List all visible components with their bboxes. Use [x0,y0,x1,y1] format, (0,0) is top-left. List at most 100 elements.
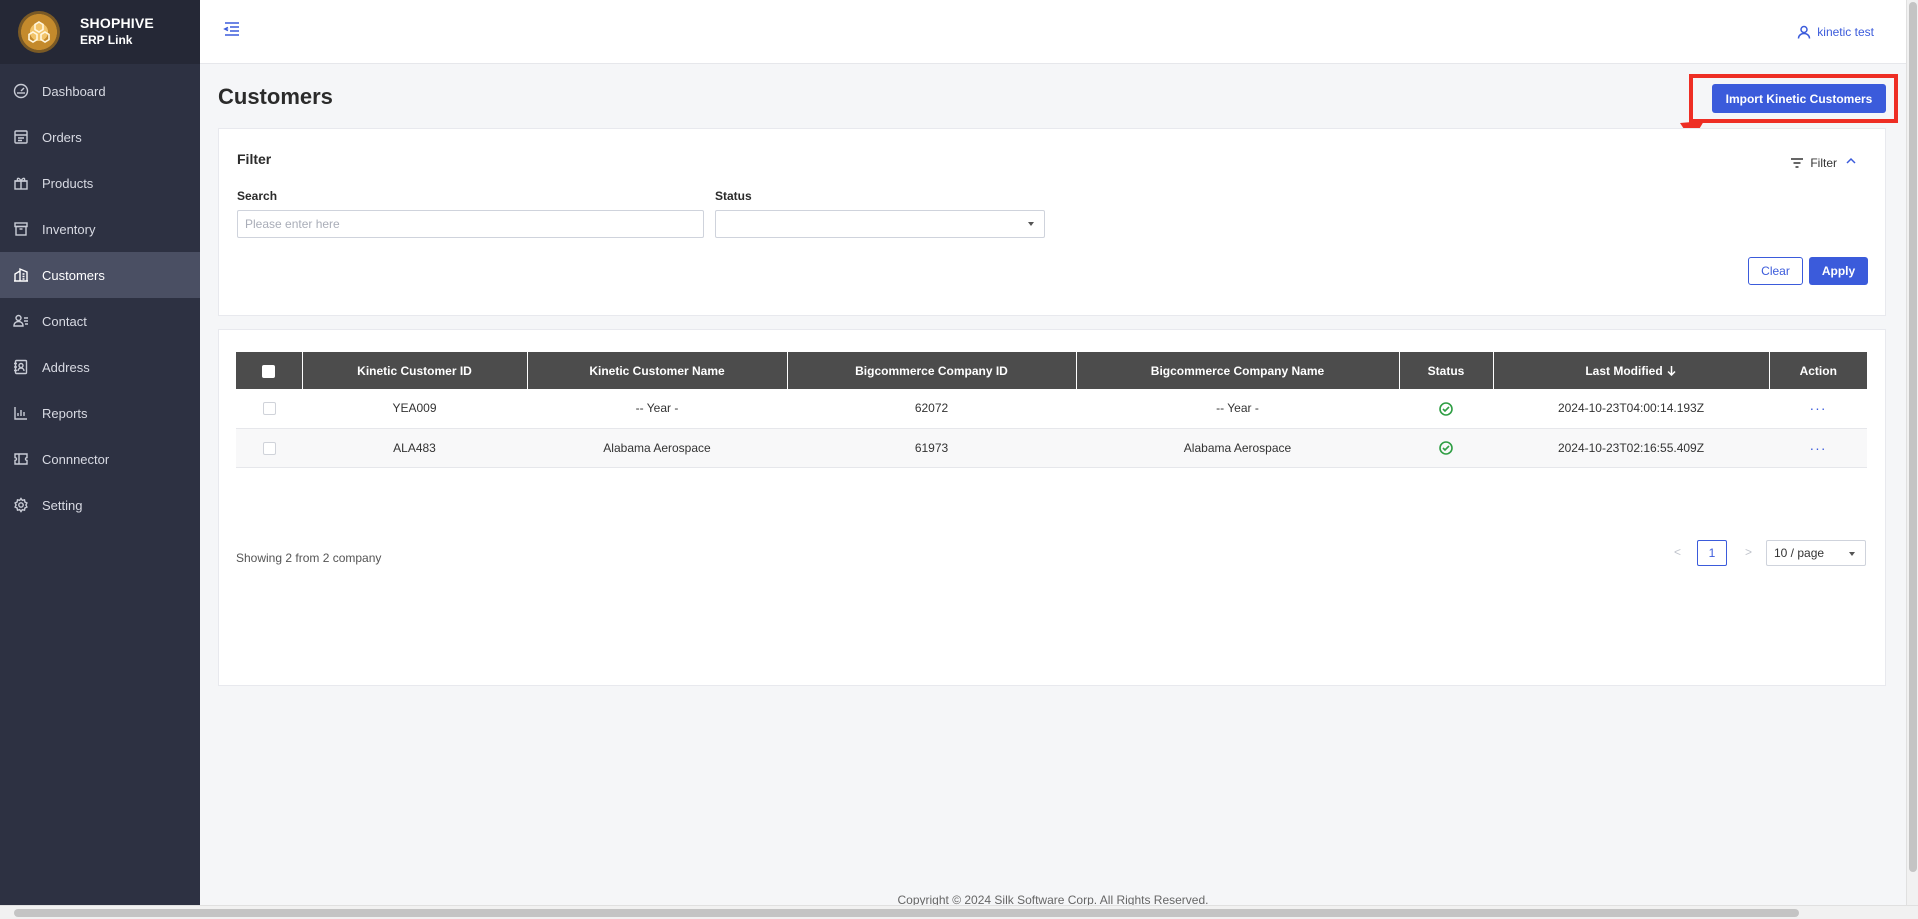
sidebar-item-label: Reports [42,405,88,421]
sidebar-item-label: Setting [42,497,83,513]
select-all-checkbox[interactable] [262,364,276,378]
sidebar: SHOPHIVE ERP Link Dashboard Orders Produ… [0,0,200,919]
top-header: kinetic test [200,0,1906,64]
sort-descending-icon[interactable] [1663,364,1677,378]
app-root: SHOPHIVE ERP Link Dashboard Orders Produ… [0,0,1918,919]
sidebar-item-inventory[interactable]: Inventory [0,206,200,252]
caret-down-icon [1028,222,1034,226]
gear-icon [12,496,30,514]
sidebar-item-reports[interactable]: Reports [0,390,200,436]
main-content: Customers Import Kinetic Customers Filte… [200,64,1906,904]
last-modified-cell: 2024-10-23T02:16:55.409Z [1493,428,1769,468]
column-header: Kinetic Customer ID [302,352,528,389]
scrollbar-thumb[interactable] [14,909,1799,917]
filter-toggle[interactable]: Filter [1790,155,1857,170]
column-header-last-modified[interactable]: Last Modified [1493,352,1770,389]
select-all-checkbox-cell[interactable] [236,352,303,389]
column-header: Action [1769,352,1867,389]
sidebar-item-label: Contact [42,313,87,329]
caret-down-icon [1849,552,1855,556]
search-label: Search [237,189,278,203]
status-select[interactable] [715,210,1045,238]
inventory-icon [12,220,30,238]
vertical-scrollbar[interactable] [1906,0,1918,905]
filter-title: Filter [237,151,272,167]
sidebar-item-label: Address [42,359,90,375]
menu-collapse-icon[interactable] [222,19,242,44]
sidebar-item-connector[interactable]: Connnector [0,436,200,482]
filter-panel: Filter Filter Search Status Clear Apply [218,128,1886,316]
address-icon [12,358,30,376]
status-cell [1399,389,1493,429]
column-header: Bigcommerce Company Name [1076,352,1400,389]
scrollbar-thumb[interactable] [1909,2,1917,872]
connector-icon [12,450,30,468]
kinetic-customer-name-cell: -- Year - [527,389,787,429]
check-circle-icon [1439,440,1453,455]
kinetic-customer-id-cell: ALA483 [302,428,527,468]
page-size-value: 10 / page [1774,546,1825,560]
orders-icon [12,128,30,146]
row-checkbox[interactable] [262,402,276,416]
bigcommerce-company-name-cell: Alabama Aerospace [1076,428,1399,468]
sidebar-item-label: Orders [42,129,82,145]
filter-icon [1791,157,1804,168]
page-size-select[interactable]: 10 / page [1766,540,1866,566]
sidebar-item-address[interactable]: Address [0,344,200,390]
search-input[interactable] [237,210,704,238]
sidebar-item-customers[interactable]: Customers [0,252,200,298]
page-title: Customers [218,84,333,109]
clear-button[interactable]: Clear [1748,257,1803,285]
table-row[interactable]: ALA483 Alabama Aerospace 61973 Alabama A… [236,428,1867,468]
last-modified-cell: 2024-10-23T04:00:14.193Z [1493,389,1769,429]
bigcommerce-company-name-cell: -- Year - [1076,389,1399,429]
horizontal-scrollbar[interactable] [0,905,1918,919]
sidebar-item-products[interactable]: Products [0,160,200,206]
customers-icon [12,266,30,284]
sidebar-nav: Dashboard Orders Products Inventory Cust… [0,68,200,528]
kinetic-customer-name-cell: Alabama Aerospace [527,428,787,468]
sidebar-item-label: Connnector [42,451,110,467]
page-1-button[interactable]: 1 [1697,540,1727,566]
reports-icon [12,404,30,422]
sidebar-item-contact[interactable]: Contact [0,298,200,344]
user-menu[interactable]: kinetic test [1797,25,1874,39]
products-icon [12,174,30,192]
sidebar-item-dashboard[interactable]: Dashboard [0,68,200,114]
contact-icon [12,312,30,330]
user-name: kinetic test [1817,24,1874,39]
kinetic-customer-id-cell: YEA009 [302,389,527,429]
prev-page-icon[interactable]: < [1674,545,1681,559]
action-cell: ··· [1769,428,1867,468]
more-actions-icon[interactable]: ··· [1810,440,1827,456]
column-header-label: Last Modified [1585,363,1663,378]
row-checkbox-cell[interactable] [236,389,302,429]
column-header: Status [1399,352,1494,389]
sidebar-item-orders[interactable]: Orders [0,114,200,160]
next-page-icon[interactable]: > [1745,545,1752,559]
check-circle-icon [1439,401,1453,416]
bigcommerce-company-id-cell: 61973 [787,428,1076,468]
row-checkbox-cell[interactable] [236,428,302,468]
action-cell: ··· [1769,389,1867,429]
table-row[interactable]: YEA009 -- Year - 62072 -- Year - 2024-10… [236,389,1867,429]
sidebar-item-label: Dashboard [42,83,106,99]
brand[interactable]: SHOPHIVE ERP Link [0,0,200,64]
row-checkbox[interactable] [262,441,276,455]
sidebar-item-label: Customers [42,267,105,283]
brand-subtitle: ERP Link [80,33,133,47]
brand-title: SHOPHIVE [80,15,154,31]
apply-button[interactable]: Apply [1809,257,1868,285]
import-kinetic-customers-button[interactable]: Import Kinetic Customers [1712,84,1886,113]
sidebar-item-setting[interactable]: Setting [0,482,200,528]
chevron-up-icon [1837,155,1857,170]
more-actions-icon[interactable]: ··· [1810,400,1827,416]
bigcommerce-company-id-cell: 62072 [787,389,1076,429]
filter-toggle-label: Filter [1810,155,1837,170]
sidebar-item-label: Inventory [42,221,96,237]
column-header: Kinetic Customer Name [527,352,788,389]
dashboard-icon [12,82,30,100]
results-count: Showing 2 from 2 company [236,551,382,565]
user-icon [1798,25,1811,39]
column-header: Bigcommerce Company ID [787,352,1077,389]
